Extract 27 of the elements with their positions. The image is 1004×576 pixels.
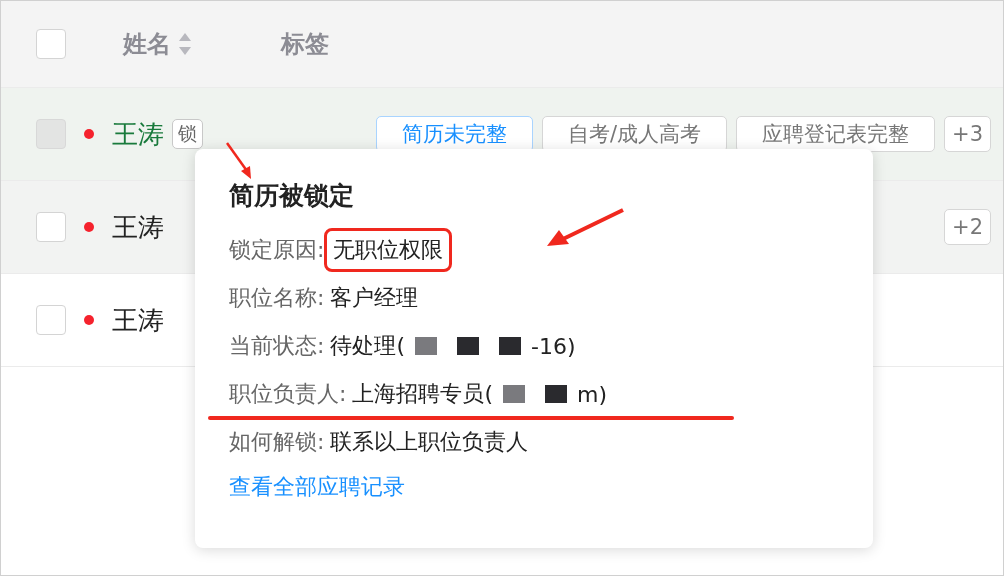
checkbox[interactable] (36, 29, 66, 59)
field-value: 待处理( -16) (330, 332, 576, 361)
column-header[interactable]: 标签 (281, 28, 329, 60)
candidate-name[interactable]: 王涛 (112, 116, 164, 152)
popover-title: 简历被锁定 (229, 180, 355, 212)
checkbox[interactable] (36, 305, 66, 335)
field-value: 上海招聘专员( m) (352, 380, 608, 409)
tag: 应聘登记表完整 (736, 116, 936, 152)
sort-icon (179, 31, 191, 57)
candidate-name[interactable]: 王涛 (112, 302, 164, 338)
field-value: 联系以上职位负责人 (330, 428, 529, 456)
field-value: 客户经理 (330, 284, 419, 312)
field-label: 职位名称: (229, 284, 325, 312)
more-tags-count[interactable]: +3 (944, 116, 991, 152)
tag: 简历未完整 (375, 116, 533, 152)
more-tags-count[interactable]: +2 (944, 209, 991, 245)
tag: 自考/成人高考 (541, 116, 728, 152)
field-label: 锁定原因: (229, 236, 325, 264)
field-label: 职位负责人: (229, 380, 347, 408)
column-header[interactable]: 姓名 (123, 28, 191, 60)
field-value: 无职位权限 (324, 228, 453, 272)
candidate-name[interactable]: 王涛 (112, 209, 164, 245)
view-records-link[interactable]: 查看全部应聘记录 (229, 472, 405, 502)
checkbox[interactable] (36, 212, 66, 242)
field-label: 如何解锁: (229, 428, 325, 456)
lock-badge[interactable]: 锁 (172, 119, 203, 149)
field-label: 当前状态: (229, 332, 325, 360)
